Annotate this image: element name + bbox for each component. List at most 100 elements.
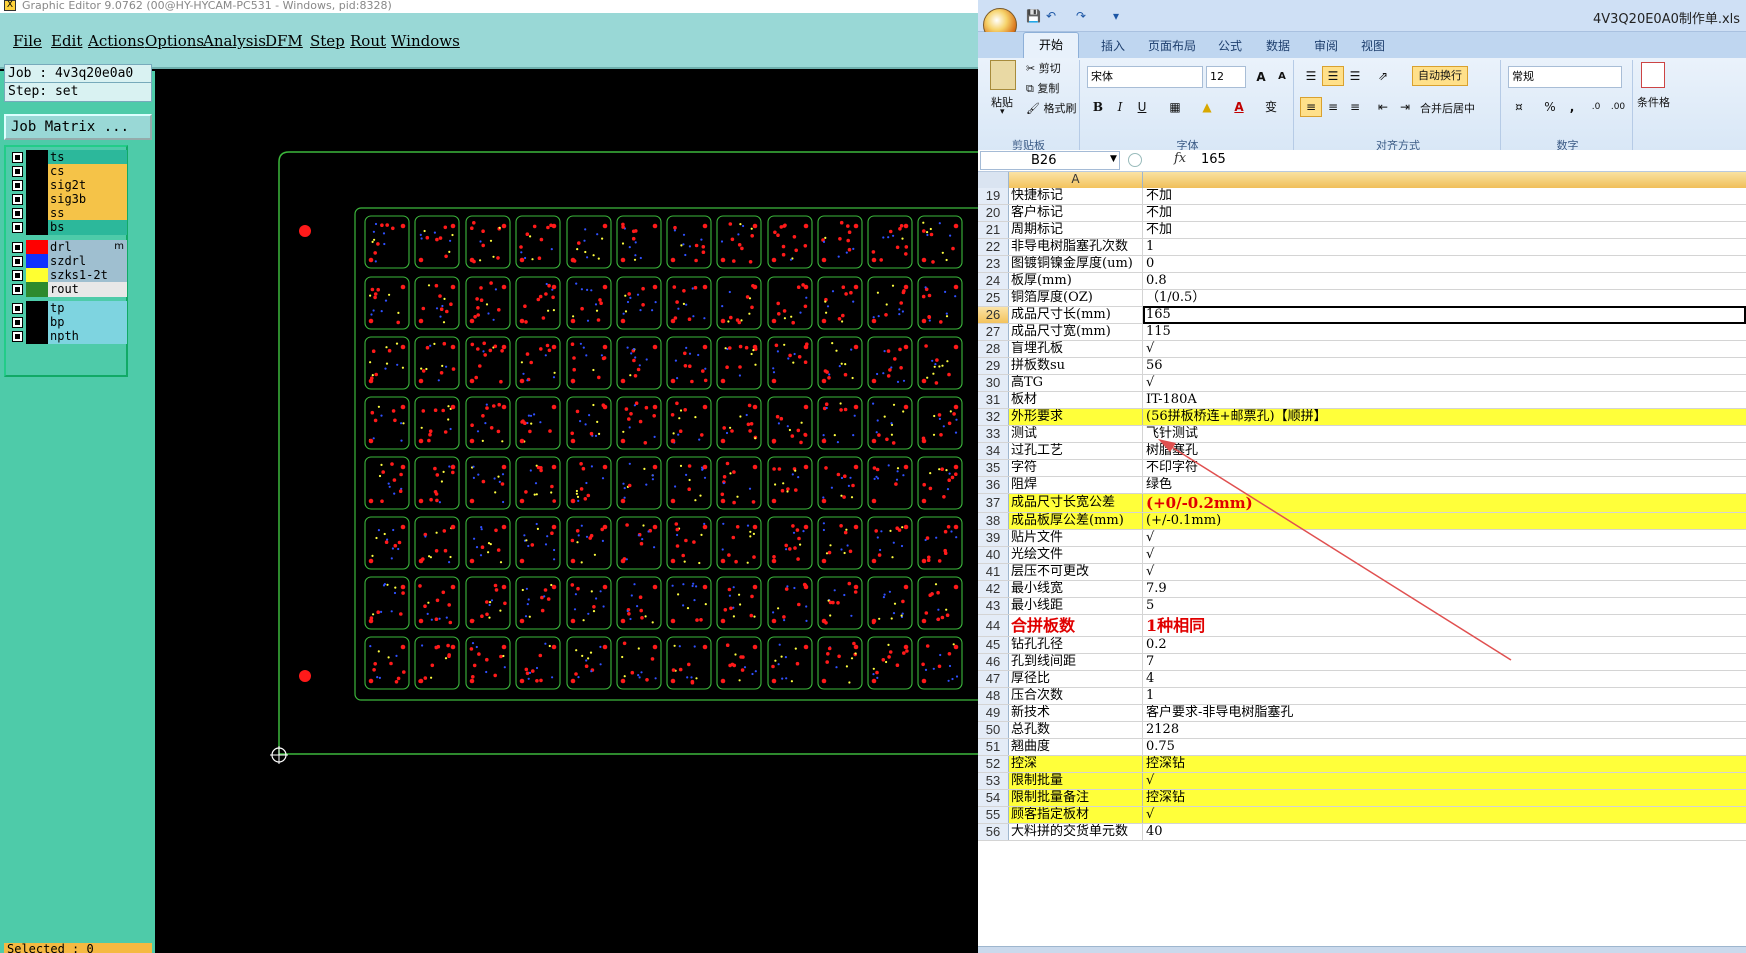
via bbox=[628, 246, 631, 249]
via bbox=[473, 315, 477, 319]
via bbox=[590, 590, 593, 593]
via bbox=[886, 374, 891, 378]
layer-row-bp[interactable]: bp bbox=[9, 315, 127, 330]
layer-checkbox[interactable] bbox=[12, 270, 23, 281]
via bbox=[672, 285, 677, 289]
via bbox=[525, 587, 528, 590]
via bbox=[621, 242, 625, 245]
layer-name[interactable]: npth bbox=[48, 329, 127, 344]
layer-row-sig3b[interactable]: sig3b bbox=[9, 192, 127, 207]
via bbox=[435, 473, 440, 477]
layer-checkbox[interactable] bbox=[12, 180, 23, 191]
layer-row-bs[interactable]: bs bbox=[9, 220, 127, 235]
via bbox=[380, 463, 383, 466]
via bbox=[924, 344, 928, 348]
layer-checkbox[interactable] bbox=[12, 222, 23, 233]
menu-analysis[interactable]: Analysis bbox=[203, 32, 266, 50]
layer-row-drl[interactable]: drl m bbox=[9, 240, 127, 255]
layer-checkbox[interactable] bbox=[12, 317, 23, 328]
via bbox=[751, 672, 754, 676]
layer-row-sig2t[interactable]: sig2t bbox=[9, 178, 127, 193]
unit-drill bbox=[620, 558, 626, 564]
via bbox=[694, 499, 697, 502]
via bbox=[502, 654, 505, 658]
via bbox=[739, 415, 742, 418]
via bbox=[739, 223, 742, 226]
via bbox=[922, 229, 926, 233]
layer-checkbox[interactable] bbox=[12, 303, 23, 314]
menu-step[interactable]: Step bbox=[310, 32, 345, 50]
via bbox=[947, 652, 952, 656]
layer-name[interactable]: sig3b bbox=[48, 192, 127, 207]
layer-row-npth[interactable]: npth bbox=[9, 329, 127, 344]
menu-dfm[interactable]: DFM bbox=[265, 32, 303, 50]
via bbox=[394, 586, 397, 589]
via bbox=[900, 614, 903, 617]
layer-name[interactable]: sig2t bbox=[48, 178, 127, 193]
layer-name[interactable]: bs bbox=[48, 220, 127, 235]
menu-actions[interactable]: Actions bbox=[88, 32, 144, 50]
via bbox=[725, 461, 730, 466]
via bbox=[746, 524, 750, 527]
layer-checkbox[interactable] bbox=[12, 256, 23, 267]
unit-drill bbox=[602, 404, 608, 410]
menu-options[interactable]: Options bbox=[145, 32, 204, 50]
via bbox=[626, 346, 629, 349]
via bbox=[836, 601, 840, 605]
via bbox=[899, 301, 903, 305]
graphic-canvas[interactable] bbox=[155, 71, 978, 953]
via bbox=[851, 483, 855, 488]
via bbox=[628, 426, 631, 429]
layer-row-ss[interactable]: ss bbox=[9, 206, 127, 221]
layer-checkbox[interactable] bbox=[12, 152, 23, 163]
via bbox=[847, 484, 851, 487]
layer-checkbox[interactable] bbox=[12, 242, 23, 253]
unit-drill bbox=[821, 438, 827, 444]
layer-name[interactable]: szks1-2t bbox=[48, 268, 127, 283]
via bbox=[390, 462, 394, 466]
via bbox=[595, 597, 598, 600]
via bbox=[389, 661, 393, 666]
layer-checkbox[interactable] bbox=[12, 331, 23, 342]
layer-checkbox[interactable] bbox=[12, 166, 23, 177]
layer-name[interactable]: tp bbox=[48, 301, 127, 316]
via bbox=[435, 307, 439, 310]
job-matrix-button[interactable]: Job Matrix ... bbox=[4, 114, 152, 140]
layer-name[interactable]: ss bbox=[48, 206, 127, 221]
via bbox=[750, 305, 754, 310]
layer-row-cs[interactable]: cs bbox=[9, 164, 127, 179]
via bbox=[377, 650, 380, 653]
layer-row-rout[interactable]: rout bbox=[9, 282, 127, 297]
via bbox=[730, 662, 735, 667]
layer-row-szdrl[interactable]: szdrl bbox=[9, 254, 127, 269]
layer-checkbox[interactable] bbox=[12, 194, 23, 205]
via bbox=[845, 528, 848, 531]
layer-checkbox[interactable] bbox=[12, 284, 23, 295]
menu-windows[interactable]: Windows bbox=[391, 32, 460, 50]
unit-drill bbox=[418, 498, 424, 504]
unit-drill bbox=[368, 678, 374, 684]
menu-edit[interactable]: Edit bbox=[51, 32, 82, 50]
unit-drill bbox=[853, 524, 859, 530]
layer-row-szks1-2t[interactable]: szks1-2t bbox=[9, 268, 127, 283]
layer-row-ts[interactable]: ts bbox=[9, 150, 127, 165]
via bbox=[586, 493, 591, 498]
layer-name[interactable]: ts bbox=[48, 150, 127, 165]
layer-row-tp[interactable]: tp bbox=[9, 301, 127, 316]
via bbox=[839, 524, 843, 528]
menu-file[interactable]: File bbox=[13, 32, 42, 50]
via bbox=[623, 496, 626, 499]
layer-checkbox[interactable] bbox=[12, 208, 23, 219]
layer-name[interactable]: bp bbox=[48, 315, 127, 330]
layer-name[interactable]: cs bbox=[48, 164, 127, 179]
menu-rout[interactable]: Rout bbox=[350, 32, 386, 50]
unit-drill bbox=[602, 644, 608, 650]
via bbox=[393, 418, 397, 423]
via bbox=[548, 644, 551, 648]
via bbox=[581, 466, 586, 471]
via bbox=[951, 246, 955, 251]
via bbox=[784, 656, 788, 659]
layer-name[interactable]: rout bbox=[48, 282, 127, 297]
layer-name[interactable]: szdrl bbox=[48, 254, 127, 269]
via bbox=[800, 421, 803, 424]
